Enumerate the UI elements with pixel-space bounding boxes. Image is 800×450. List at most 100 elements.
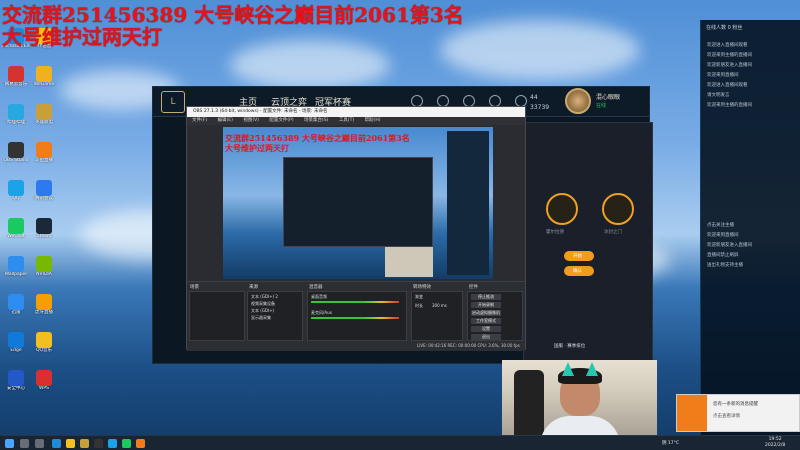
panel-start-button[interactable]: 开始 [564, 251, 594, 261]
wechat-taskbar-icon[interactable] [122, 439, 131, 448]
start-icon[interactable] [5, 439, 14, 448]
windows-taskbar: 阴 17°C 19:52 2022/2/8 [0, 435, 800, 450]
desktop-icon[interactable]: OBS Studio [2, 142, 30, 164]
app-icon [8, 66, 24, 82]
scenes-list[interactable] [189, 291, 245, 341]
transition-select[interactable]: 渐变 [415, 294, 423, 300]
start-recording-button[interactable]: 开始录制 [471, 302, 501, 308]
source-item[interactable]: 视频采集设备 [251, 301, 275, 307]
desktop-icon[interactable]: WPS [30, 370, 58, 392]
desktop-icon[interactable]: QQ [2, 180, 30, 202]
studio-mode-button[interactable]: 工作室模式 [471, 318, 501, 324]
controls-panel: 停止推流 开始录制 启动虚拟摄像机 工作室模式 设置 退出 [467, 291, 523, 341]
dock-controls-title: 控件 [469, 285, 478, 290]
stream-caption-line2: 大号维护过两天打 [2, 25, 162, 49]
desktop-icon-label: 斗鱼直播 [35, 158, 53, 163]
desktop-icon[interactable]: 哔哩哔哩 [2, 104, 30, 126]
desktop-icon-label: OBS Studio [3, 158, 29, 163]
chat-header: 在线人数 0 粉丝 [706, 25, 743, 31]
notification-body: 点击查看详情 [713, 414, 740, 419]
chat-message: 请文明发言 [707, 93, 730, 98]
desktop-icon-label: WeGame [33, 82, 55, 87]
mic-audio-meter [311, 317, 399, 319]
menu-file[interactable]: 文件(F) [192, 118, 207, 123]
taskbar-clock[interactable]: 19:52 2022/2/8 [765, 437, 785, 449]
sources-list[interactable]: 文本 (GDI+) 2 视频采集设备 文本 (GDI+) 显示器采集 [247, 291, 303, 341]
desktop-icon[interactable]: Wallpaper [2, 256, 30, 278]
app-icon [36, 294, 52, 310]
search-icon[interactable] [20, 439, 29, 448]
desktop-icon[interactable]: 斗鱼直播 [30, 142, 58, 164]
panel-confirm-button[interactable]: 确认 [564, 266, 594, 276]
desktop-icon[interactable]: 腾讯会议 [30, 180, 58, 202]
desktop-icon[interactable]: 虎牙直播 [30, 294, 58, 316]
obs-dock-area: 场景 来源 文本 (GDI+) 2 视频采集设备 文本 (GDI+) 显示器采集… [187, 281, 525, 351]
league-logo: L [161, 91, 185, 113]
desktop-icon-label: 英雄联盟 [35, 120, 53, 125]
source-item[interactable]: 文本 (GDI+) 2 [251, 294, 278, 300]
desktop-icon[interactable]: Steam [30, 218, 58, 240]
desktop-icon[interactable]: NVIDIA [30, 256, 58, 278]
menu-profile[interactable]: 配置文件(P) [269, 118, 293, 123]
app-icon [36, 332, 52, 348]
obs-taskbar-icon[interactable] [94, 439, 103, 448]
client-side-panel: 霍尔拉德 冰封之门 开始 确认 国服 · 赛季排位 [523, 122, 653, 364]
desktop-icon-label: 腾讯会议 [35, 196, 53, 201]
toast-notification[interactable]: 您有一条新的消息提醒 点击查看详情 [676, 394, 800, 432]
mode-left-circle[interactable] [546, 193, 578, 225]
qq-taskbar-icon[interactable] [108, 439, 117, 448]
task-view-icon[interactable] [35, 439, 44, 448]
panel-footer: 国服 · 赛季排位 [554, 344, 586, 349]
menu-tools[interactable]: 工具(T) [339, 118, 354, 123]
douyu-taskbar-icon[interactable] [136, 439, 145, 448]
chat-message: 欢迎新朋友进入直播间 [707, 243, 752, 248]
duration-input[interactable]: 300 ms [432, 303, 447, 308]
app-icon [36, 104, 52, 120]
obs-preview-canvas[interactable]: 交流群251456389 大号峡谷之巅目前2061第3名 大号维护过两天打 [223, 127, 493, 279]
desktop-icon[interactable]: 网易云音乐 [2, 66, 30, 88]
summoner-name: 混心眼眼 [596, 94, 621, 101]
obs-status-bar: LIVE: 00:42:16 REC: 00:00:00 CPU: 3.6%, … [417, 343, 520, 348]
menu-view[interactable]: 视图(V) [243, 118, 259, 123]
desktop-icon[interactable]: WeChat [2, 218, 30, 240]
league-taskbar-icon[interactable] [80, 439, 89, 448]
desktop-icon[interactable]: Edge [2, 332, 30, 354]
stop-streaming-button[interactable]: 停止推流 [471, 294, 501, 300]
app-icon [8, 104, 24, 120]
app-icon [8, 370, 24, 386]
virtual-camera-button[interactable]: 启动虚拟摄像机 [471, 310, 501, 316]
mode-left-label: 霍尔拉德 [546, 230, 564, 235]
chat-message: 送出礼物支持主播 [707, 263, 743, 268]
chat-message: 点击关注主播 [707, 223, 734, 228]
duration-label: 时长 [415, 303, 423, 308]
menu-edit[interactable]: 编辑(E) [218, 118, 233, 123]
exit-button[interactable]: 退出 [471, 334, 501, 340]
menu-scene-collection[interactable]: 场景集合(S) [304, 118, 328, 123]
mode-right-circle[interactable] [602, 193, 634, 225]
chat-message: 直播间禁止刷屏 [707, 253, 739, 258]
desktop-icon[interactable]: WeGame [30, 66, 58, 88]
menu-help[interactable]: 帮助(H) [365, 118, 381, 123]
desktop-icon[interactable]: QQ音乐 [30, 332, 58, 354]
dock-transitions-title: 转场特效 [413, 285, 431, 290]
chat-message: 欢迎来到直播间 [707, 73, 739, 78]
dock-scenes-title: 场景 [190, 285, 199, 290]
chat-message: 欢迎进入直播间观看 [707, 43, 748, 48]
notification-title: 您有一条新的消息提醒 [713, 402, 758, 407]
summoner-avatar[interactable] [565, 88, 591, 114]
stream-caption-line1: 交流群251456389 大号峡谷之巅目前2061第3名 [2, 3, 464, 27]
source-item[interactable]: 显示器采集 [251, 315, 271, 321]
source-item[interactable]: 文本 (GDI+) [251, 308, 274, 314]
desktop-icon-label: NVIDIA [36, 272, 52, 277]
desktop-icon[interactable]: 迅雷 [2, 294, 30, 316]
settings-button[interactable]: 设置 [471, 326, 501, 332]
desktop-icon[interactable]: 英雄联盟 [30, 104, 58, 126]
desktop-icon[interactable]: 安全中心 [2, 370, 30, 392]
rp-count: 44 [530, 94, 538, 101]
transitions-panel: 渐变 时长 300 ms [411, 291, 463, 341]
app-icon [36, 218, 52, 234]
preview-chat-strip [447, 131, 489, 275]
taskbar-weather[interactable]: 阴 17°C [662, 440, 679, 446]
edge-taskbar-icon[interactable] [52, 439, 61, 448]
explorer-taskbar-icon[interactable] [66, 439, 75, 448]
